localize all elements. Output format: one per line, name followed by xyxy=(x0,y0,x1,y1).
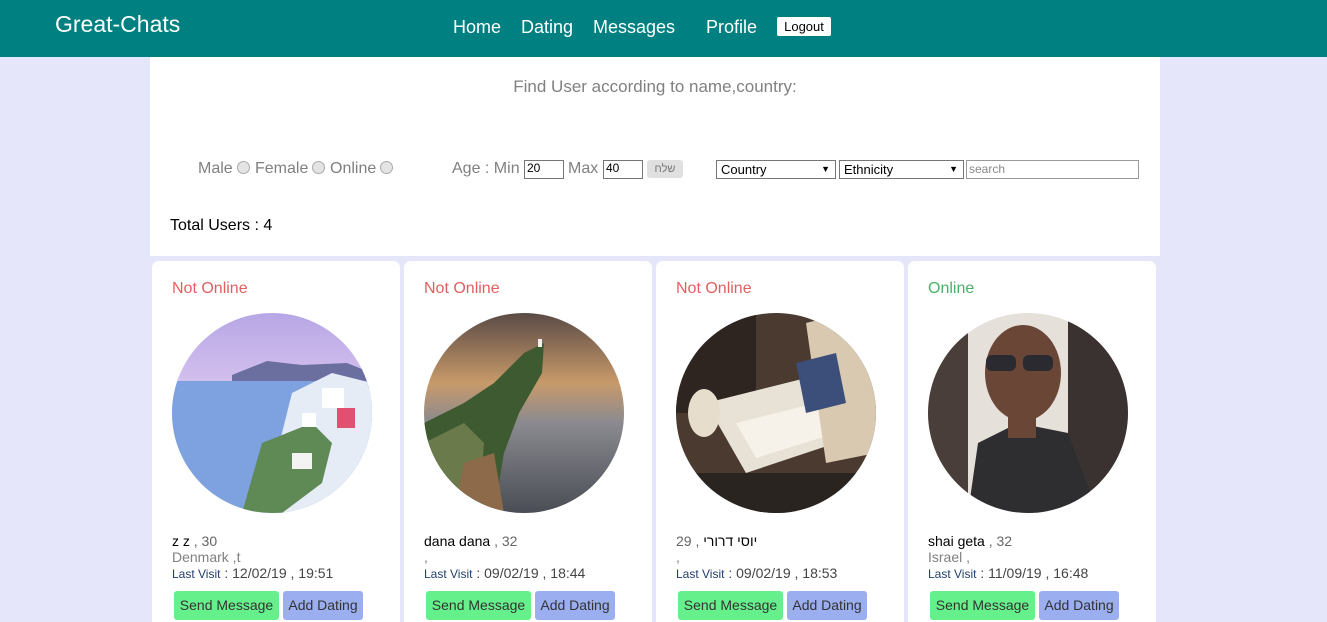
user-name[interactable]: dana dana xyxy=(424,533,490,549)
user-name[interactable]: shai geta xyxy=(928,533,985,549)
add-dating-button[interactable]: Add Dating xyxy=(535,591,615,620)
last-visit-value: : 09/02/19 , 18:53 xyxy=(724,565,838,581)
last-visit-value: : 09/02/19 , 18:44 xyxy=(472,565,586,581)
last-visit: Last Visit : 09/02/19 , 18:53 xyxy=(676,565,837,581)
age-min-input[interactable]: 20 xyxy=(524,160,564,179)
user-age: , 30 xyxy=(189,533,218,549)
user-name[interactable]: z z xyxy=(172,533,190,549)
last-visit-label: Last Visit xyxy=(676,567,725,581)
profile-photo[interactable] xyxy=(424,313,624,513)
add-dating-button[interactable]: Add Dating xyxy=(283,591,363,620)
user-name[interactable]: יוסי דרורי xyxy=(703,533,757,549)
online-status: Online xyxy=(928,280,975,297)
user-card: Not Online 29 , יוסי דרורי , Last Visit … xyxy=(656,261,904,622)
santorini-coast-image xyxy=(172,313,372,513)
age-filter-submit-button[interactable]: שלח xyxy=(647,160,683,178)
age-max-input[interactable]: 40 xyxy=(603,160,643,179)
logout-button[interactable]: Logout xyxy=(777,17,831,36)
age-min-label: Age : Min xyxy=(452,160,520,177)
user-age: , 32 xyxy=(984,533,1013,549)
country-select-value: Country xyxy=(721,162,767,177)
add-dating-button[interactable]: Add Dating xyxy=(1039,591,1119,620)
man-sunglasses-image xyxy=(928,313,1128,513)
send-message-button[interactable]: Send Message xyxy=(426,591,531,620)
send-message-button[interactable]: Send Message xyxy=(174,591,279,620)
top-navbar: Great-Chats Home Dating Messages Profile… xyxy=(0,0,1327,57)
user-country: Israel , xyxy=(928,549,971,565)
female-radio[interactable] xyxy=(312,161,325,174)
user-country: Denmark ,t xyxy=(172,549,241,565)
brand-logo[interactable]: Great-Chats xyxy=(55,11,180,38)
chevron-down-icon: ▼ xyxy=(949,164,958,174)
last-visit: Last Visit : 11/09/19 , 16:48 xyxy=(928,565,1088,581)
nav-home-link[interactable]: Home xyxy=(453,17,501,38)
male-label: Male xyxy=(198,160,233,177)
last-visit-value: : 12/02/19 , 19:51 xyxy=(220,565,334,581)
user-name-age[interactable]: shai geta , 32 xyxy=(928,533,1012,549)
nav-dating-link[interactable]: Dating xyxy=(521,17,573,38)
last-visit: Last Visit : 12/02/19 , 19:51 xyxy=(172,565,333,581)
find-user-title: Find User according to name,country: xyxy=(513,77,797,96)
profile-photo[interactable] xyxy=(172,313,372,513)
ethnicity-select[interactable]: Ethnicity ▼ xyxy=(839,160,964,179)
profile-photo[interactable] xyxy=(928,313,1128,513)
online-status: Not Online xyxy=(424,280,500,297)
cafe-notebook-image xyxy=(676,313,876,513)
user-country: , xyxy=(424,549,428,565)
male-radio[interactable] xyxy=(237,161,250,174)
send-message-button[interactable]: Send Message xyxy=(930,591,1035,620)
user-age: 29 , xyxy=(676,533,704,549)
last-visit: Last Visit : 09/02/19 , 18:44 xyxy=(424,565,585,581)
last-visit-value: : 11/09/19 , 16:48 xyxy=(976,565,1089,581)
user-age: , 32 xyxy=(490,533,518,549)
online-status: Not Online xyxy=(676,280,752,297)
online-radio[interactable] xyxy=(380,161,393,174)
user-card: Online shai geta , 32 Israel , Last Visi… xyxy=(908,261,1156,622)
ethnicity-select-value: Ethnicity xyxy=(844,162,894,177)
online-label: Online xyxy=(330,160,377,177)
user-card: Not Online dana dana , 32 , Last Visit :… xyxy=(404,261,652,622)
age-max-label: Max xyxy=(568,160,599,177)
user-name-age[interactable]: 29 , יוסי דרורי xyxy=(676,533,757,549)
user-name-age[interactable]: dana dana , 32 xyxy=(424,533,517,549)
add-dating-button[interactable]: Add Dating xyxy=(787,591,867,620)
nav-messages-link[interactable]: Messages xyxy=(593,17,675,38)
user-card: Not Online z z , 30 Denmark ,t Last Visi… xyxy=(152,261,400,622)
nav-profile-link[interactable]: Profile xyxy=(706,17,757,38)
search-input[interactable]: search xyxy=(966,160,1139,179)
profile-photo[interactable] xyxy=(676,313,876,513)
female-label: Female xyxy=(255,160,309,177)
chevron-down-icon: ▼ xyxy=(821,164,830,174)
user-name-age[interactable]: z z , 30 xyxy=(172,533,217,549)
user-country: , xyxy=(676,549,680,565)
last-visit-label: Last Visit xyxy=(928,567,977,581)
send-message-button[interactable]: Send Message xyxy=(678,591,783,620)
total-users-count: Total Users : 4 xyxy=(170,217,273,234)
search-panel: Find User according to name,country: Mal… xyxy=(150,57,1160,256)
online-status: Not Online xyxy=(172,280,248,297)
last-visit-label: Last Visit xyxy=(424,567,473,581)
country-select[interactable]: Country ▼ xyxy=(716,160,836,179)
last-visit-label: Last Visit xyxy=(172,567,221,581)
sea-cliff-image xyxy=(424,313,624,513)
